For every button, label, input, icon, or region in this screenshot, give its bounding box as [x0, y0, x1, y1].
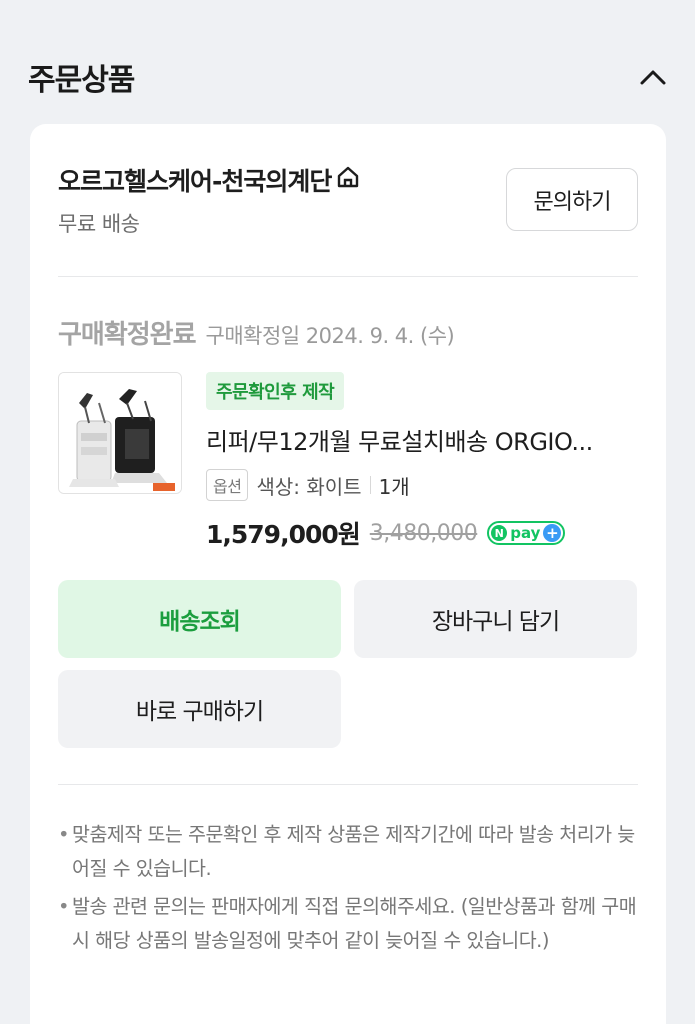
- shipping-note: 무료 배송: [58, 212, 140, 236]
- order-products-header[interactable]: 주문상품: [28, 54, 668, 100]
- track-delivery-button[interactable]: 배송조회: [58, 580, 341, 658]
- add-to-cart-button[interactable]: 장바구니 담기: [354, 580, 637, 658]
- order-card: 오르고헬스케어-천국의계단 무료 배송 문의하기 구매확정완료 구매확정일 20…: [30, 124, 666, 1024]
- section-title: 주문상품: [28, 63, 135, 98]
- original-price: 3,480,000: [369, 520, 478, 546]
- option-badge: 옵션: [206, 469, 249, 501]
- product-info: 주문확인후 제작 리퍼/무12개월 무료설치배송 ORGIO... 옵션 색상:…: [206, 372, 638, 551]
- seller-row: 오르고헬스케어-천국의계단 무료 배송 문의하기: [58, 160, 638, 240]
- notice-item: 맞춤제작 또는 주문확인 후 제작 상품은 제작기간에 따라 발송 처리가 늦어…: [58, 818, 638, 886]
- purchase-status: 구매확정완료: [58, 320, 197, 350]
- quantity: 1개: [378, 474, 410, 499]
- seller-name: 오르고헬스케어-천국의계단: [58, 167, 332, 196]
- chevron-up-icon[interactable]: [638, 62, 668, 92]
- purchase-confirm-date: 구매확정일 2024. 9. 4. (수): [205, 324, 455, 348]
- price-row: 1,579,000원 3,480,000 N pay +: [206, 515, 638, 551]
- divider: [58, 276, 638, 277]
- npay-n-icon: N: [491, 525, 508, 541]
- home-icon: [335, 164, 361, 196]
- product-thumbnail[interactable]: [58, 372, 182, 494]
- notice-item: 발송 관련 문의는 판매자에게 직접 문의해주세요. (일반상품과 함께 구매 …: [58, 890, 638, 958]
- npay-text: pay: [510, 524, 541, 542]
- price: 1,579,000원: [206, 520, 361, 549]
- notice-list: 맞춤제작 또는 주문확인 후 제작 상품은 제작기간에 따라 발송 처리가 늦어…: [58, 818, 638, 962]
- option-row: 옵션 색상: 화이트 1개: [206, 469, 638, 501]
- seller-name-link[interactable]: 오르고헬스케어-천국의계단: [58, 162, 361, 198]
- option-value: 색상: 화이트: [256, 474, 362, 499]
- purchase-status-row: 구매확정완료 구매확정일 2024. 9. 4. (수): [58, 314, 455, 351]
- product-name[interactable]: 리퍼/무12개월 무료설치배송 ORGIO...: [206, 422, 638, 457]
- made-to-order-tag: 주문확인후 제작: [206, 372, 345, 410]
- plus-icon: +: [543, 524, 562, 542]
- divider: [58, 784, 638, 785]
- inquiry-button[interactable]: 문의하기: [506, 168, 638, 231]
- buy-now-button[interactable]: 바로 구매하기: [58, 670, 341, 748]
- npay-plus-badge: N pay +: [487, 521, 566, 545]
- option-separator: [369, 476, 371, 494]
